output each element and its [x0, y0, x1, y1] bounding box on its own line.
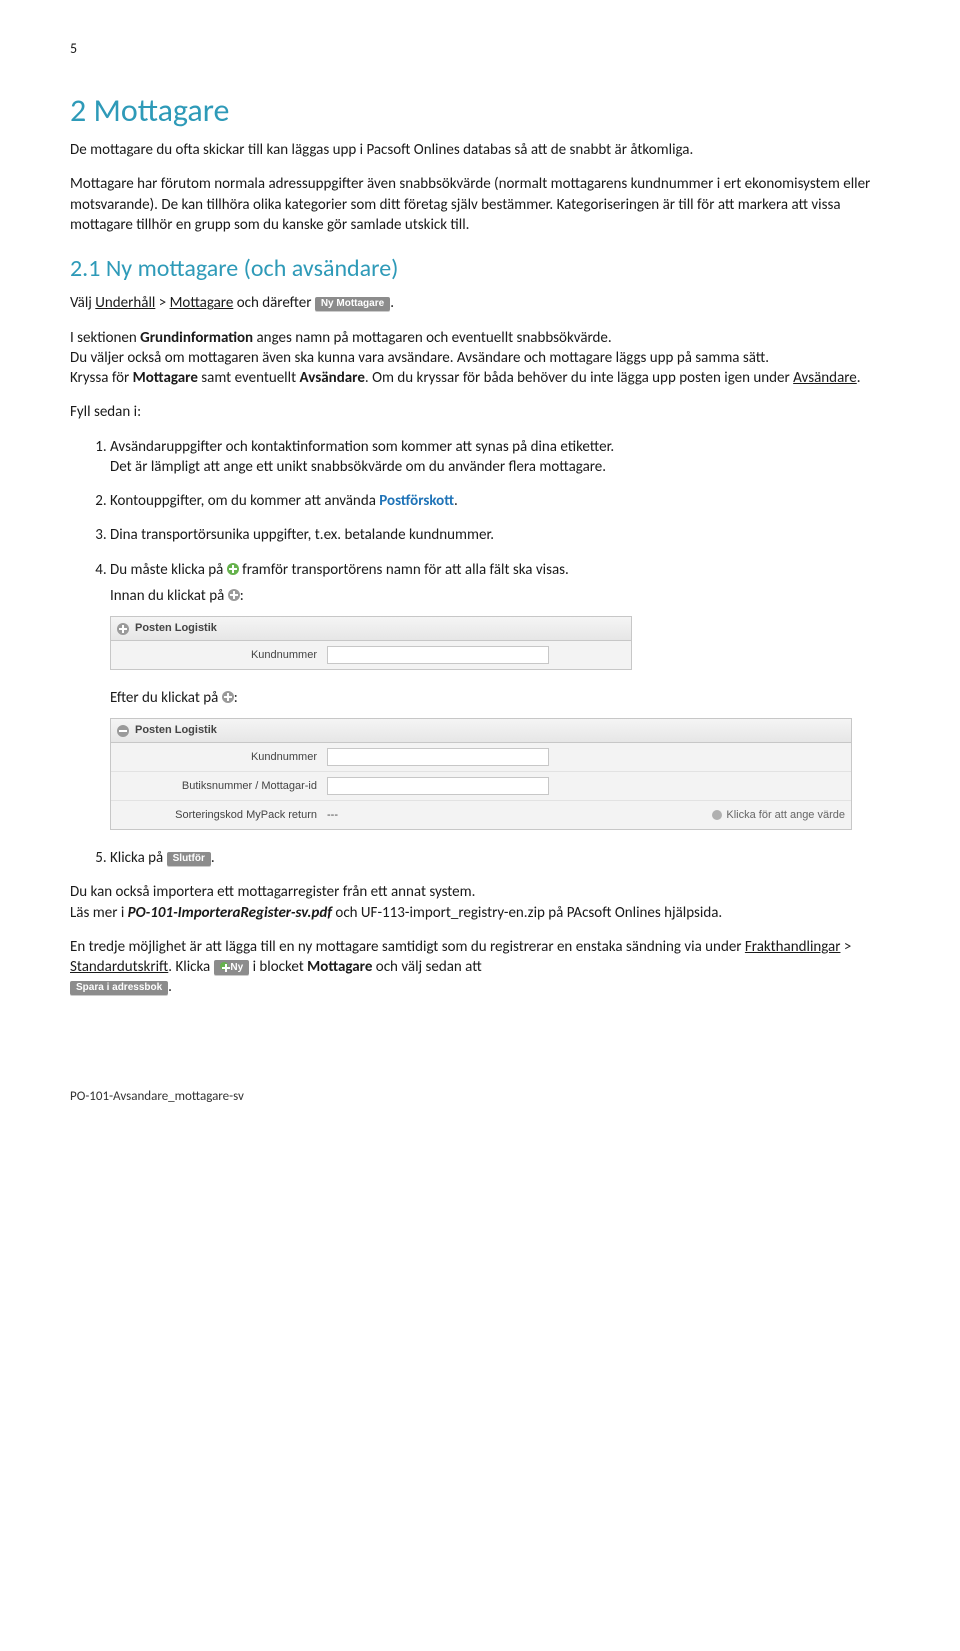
kundnummer-input[interactable]	[327, 646, 549, 664]
text: Det är lämpligt att ange ett unikt snabb…	[110, 458, 606, 476]
bold: Mottagare	[307, 958, 372, 976]
menu-mottagare: Mottagare	[170, 294, 234, 312]
text: framför transportörens namn för att alla…	[239, 561, 569, 579]
menu-underhall: Underhåll	[95, 294, 155, 312]
ui-panel-expanded: Posten Logistik Kundnummer Butiksnummer …	[110, 718, 852, 830]
gear-icon	[712, 810, 722, 820]
text: Innan du klickat på	[110, 587, 228, 605]
text: anges namn på mottagaren och eventuellt …	[253, 329, 612, 347]
text: samt eventuellt	[198, 369, 300, 387]
text: Du måste klicka på	[110, 561, 227, 579]
link-postforskott[interactable]: Postförskott	[379, 492, 454, 510]
plus-icon	[228, 589, 240, 601]
list-item-2: Kontouppgifter, om du kommer att använda…	[110, 491, 890, 511]
text: . Om du kryssar för båda behöver du inte…	[365, 369, 793, 387]
text: och därefter	[233, 294, 315, 312]
list-item-5: Klicka på Slutför.	[110, 848, 890, 868]
btn-label: Ny	[230, 962, 243, 973]
text: Klicka på	[110, 849, 167, 867]
text: Efter du klickat på	[110, 689, 222, 707]
text: >	[840, 938, 851, 956]
butiksnummer-input[interactable]	[327, 777, 549, 795]
pdf-filename: PO-101-ImporteraRegister-sv.pdf	[128, 904, 332, 922]
text: Kontouppgifter, om du kommer att använda	[110, 492, 379, 510]
text: Du väljer också om mottagaren även ska k…	[70, 349, 769, 367]
outro-paragraph-1: Du kan också importera ett mottagarregis…	[70, 882, 890, 923]
text: Kryssa för	[70, 369, 133, 387]
text: och välj sedan att	[372, 958, 481, 976]
kundnummer-input[interactable]	[327, 748, 549, 766]
paragraph-grundinformation: I sektionen Grundinformation anges namn …	[70, 328, 890, 389]
field-label: Butiksnummer / Mottagar-id	[117, 779, 327, 794]
bold: Avsändare	[300, 369, 365, 387]
numbered-list: Avsändaruppgifter och kontaktinformation…	[70, 437, 890, 869]
list-item-1: Avsändaruppgifter och kontaktinformation…	[110, 437, 890, 478]
slutfor-button[interactable]: Slutför	[167, 852, 211, 866]
ui-panel-collapsed: Posten Logistik Kundnummer	[110, 616, 632, 670]
outro-paragraph-2: En tredje möjlighet är att lägga till en…	[70, 937, 890, 998]
text: Du kan också importera ett mottagarregis…	[70, 883, 475, 901]
list-item-4: Du måste klicka på framför transportören…	[110, 560, 890, 830]
collapse-icon[interactable]	[117, 725, 129, 737]
table-row: Kundnummer	[111, 743, 851, 772]
text: . Klicka	[168, 958, 213, 976]
text: En tredje möjlighet är att lägga till en…	[70, 938, 745, 956]
text: I sektionen	[70, 329, 140, 347]
field-label: Kundnummer	[117, 750, 327, 765]
text: >	[155, 294, 169, 312]
text: Läs mer i	[70, 904, 128, 922]
heading-2: 2.1 Ny mottagare (och avsändare)	[70, 253, 890, 285]
panel-title: Posten Logistik	[135, 723, 217, 738]
intro-paragraph-1: De mottagare du ofta skickar till kan lä…	[70, 140, 890, 160]
before-click-label: Innan du klickat på :	[110, 586, 890, 606]
page-footer: PO-101-Avsandare_mottagare-sv	[70, 1088, 890, 1106]
field-label: Kundnummer	[117, 648, 327, 663]
hint-text: Klicka för att ange värde	[726, 808, 845, 823]
table-row: Kundnummer	[111, 641, 631, 669]
text: och UF-113-import_registry-en.zip på PAc…	[332, 904, 722, 922]
link-avsandare: Avsändare	[793, 369, 857, 387]
field-value: ---	[327, 808, 338, 823]
panel-header[interactable]: Posten Logistik	[111, 719, 851, 743]
plus-icon	[222, 691, 234, 703]
plus-icon	[220, 962, 228, 970]
text: Välj	[70, 294, 95, 312]
text: i blocket	[249, 958, 307, 976]
bold: Mottagare	[133, 369, 198, 387]
spara-adressbok-button[interactable]: Spara i adressbok	[70, 981, 168, 995]
table-row: Butiksnummer / Mottagar-id	[111, 772, 851, 801]
instruction-select-line: Välj Underhåll > Mottagare och därefter …	[70, 293, 890, 313]
fyll-sedan-i: Fyll sedan i:	[70, 402, 890, 422]
panel-header[interactable]: Posten Logistik	[111, 617, 631, 641]
bold: Grundinformation	[140, 329, 253, 347]
heading-1: 2 Mottagare	[70, 89, 890, 132]
panel-title: Posten Logistik	[135, 621, 217, 636]
ny-button[interactable]: Ny	[214, 960, 250, 975]
list-item-3: Dina transportörsunika uppgifter, t.ex. …	[110, 525, 890, 545]
expand-plus-icon[interactable]	[227, 563, 239, 575]
menu-standardutskrift: Standardutskrift	[70, 958, 168, 976]
page-number: 5	[70, 40, 890, 59]
menu-frakthandlingar: Frakthandlingar	[745, 938, 841, 956]
expand-icon[interactable]	[117, 623, 129, 635]
text: Avsändaruppgifter och kontaktinformation…	[110, 438, 614, 456]
intro-paragraph-2: Mottagare har förutom normala adressuppg…	[70, 174, 890, 235]
ny-mottagare-button[interactable]: Ny Mottagare	[315, 297, 390, 311]
click-to-set-hint[interactable]: Klicka för att ange värde	[712, 808, 845, 823]
after-click-label: Efter du klickat på :	[110, 688, 890, 708]
field-label: Sorteringskod MyPack return	[117, 808, 327, 823]
table-row: Sorteringskod MyPack return --- Klicka f…	[111, 801, 851, 829]
